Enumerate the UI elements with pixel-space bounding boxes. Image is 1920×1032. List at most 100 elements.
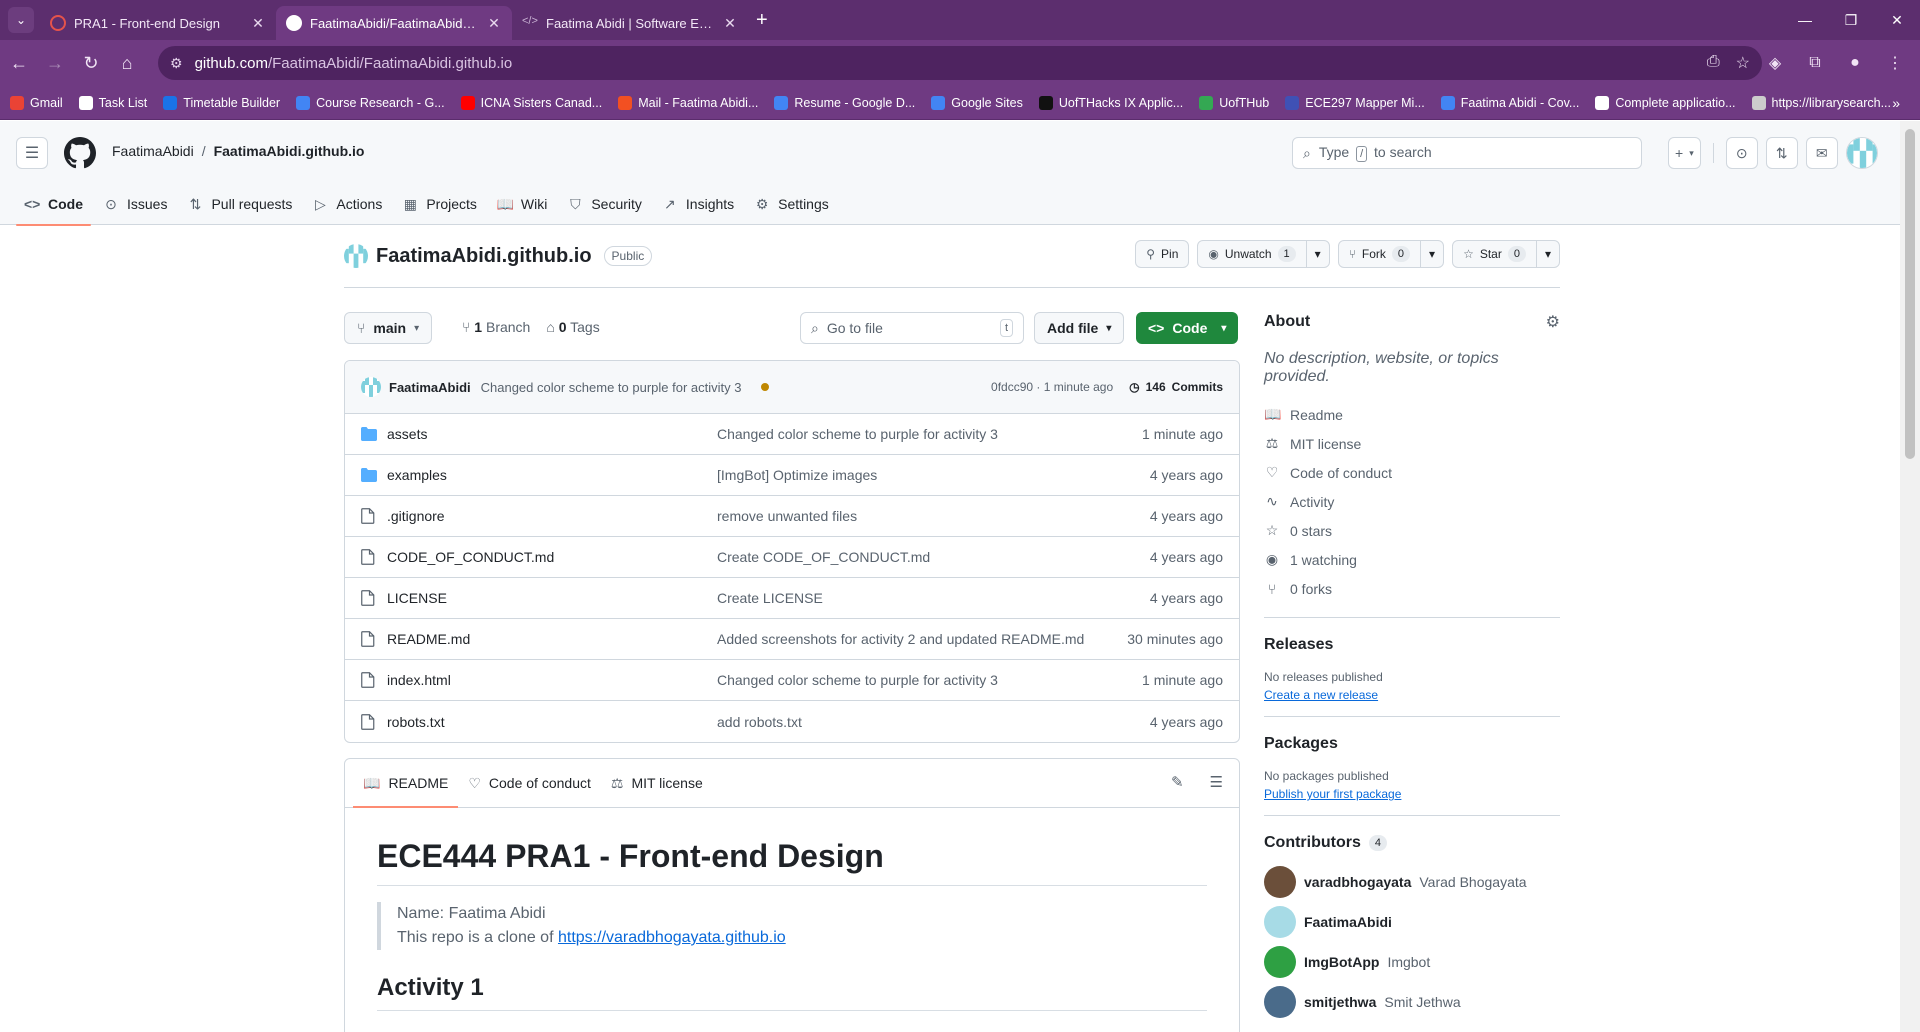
scrollbar-thumb[interactable] [1905,129,1915,459]
minimize-icon[interactable]: — [1782,0,1828,40]
about-item[interactable]: ☆ 0 stars [1264,516,1560,545]
forward-icon[interactable]: → [38,46,72,80]
bookmarks-overflow-icon[interactable]: » [1892,95,1900,111]
publish-package-link[interactable]: Publish your first package [1264,787,1560,801]
tab-search-button[interactable]: ⌄ [8,7,34,33]
profile-avatar-icon[interactable]: ● [1838,46,1872,80]
file-row[interactable]: examples [ImgBot] Optimize images 4 years … [345,455,1239,496]
file-name[interactable]: .gitignore [387,508,717,524]
browser-tab-1[interactable]: FaatimaAbidi/FaatimaAbidi.githu ✕ [276,6,512,40]
file-row[interactable]: assets Changed color scheme to purple for… [345,414,1239,455]
home-icon[interactable]: ⌂ [110,46,144,80]
extensions-puzzle-icon[interactable]: ⧉ [1798,46,1832,80]
file-name[interactable]: LICENSE [387,590,717,606]
site-info-icon[interactable]: ⚙ [170,55,183,72]
avatar[interactable] [1264,986,1296,1018]
inbox-icon[interactable]: ✉ [1805,137,1838,169]
tab-wiki[interactable]: 📖 Wiki [489,188,555,220]
tab-pull-requests[interactable]: ⇅ Pull requests [179,188,300,220]
tab-security[interactable]: ⛉ Security [559,188,650,220]
add-file-button[interactable]: Add file ▾ [1034,312,1125,344]
bookmark-star-icon[interactable]: ☆ [1736,53,1750,73]
file-name[interactable]: examples [387,467,717,483]
gear-icon[interactable]: ⚙ [1546,312,1560,332]
file-commit-message[interactable]: add robots.txt [717,714,1223,730]
commit-author-avatar[interactable] [361,377,381,397]
new-tab-button[interactable]: + [756,9,768,32]
star-dropdown-icon[interactable]: ▾ [1535,241,1559,267]
contributor-item[interactable]: FaatimaAbidi [1264,902,1560,942]
branch-selector[interactable]: ⑂ main ▾ [344,312,433,344]
tab-readme-code-of-conduct[interactable]: ♡ Code of conduct [458,759,601,807]
bookmark-item[interactable]: https://librarysearch... [1751,95,1891,110]
tab-projects[interactable]: ▦ Projects [394,188,485,220]
edit-pencil-icon[interactable]: ✎ [1171,773,1184,791]
install-app-icon[interactable]: ⎙ [1707,53,1720,73]
breadcrumb-owner[interactable]: FaatimaAbidi [112,143,194,159]
page-scrollbar[interactable] [1900,121,1920,1032]
issues-icon[interactable]: ⊙ [1725,137,1758,169]
address-bar[interactable]: ⚙ github.com/FaatimaAbidi/FaatimaAbidi.g… [158,46,1762,80]
browser-tab-2[interactable]: </> Faatima Abidi | Software Engine ✕ [512,6,748,40]
contributor-login[interactable]: ImgBotApp [1304,954,1379,970]
branches-link[interactable]: ⑂ 1 Branch [462,319,530,335]
releases-heading[interactable]: Releases [1264,636,1560,654]
avatar[interactable] [1264,866,1296,898]
tab-code[interactable]: <> Code [16,188,91,226]
contributors-title[interactable]: Contributors [1264,834,1361,852]
go-to-file-input[interactable]: ⌕ Go to file t [800,312,1024,344]
tab-insights[interactable]: ↗ Insights [654,188,742,220]
browser-menu-icon[interactable]: ⋮ [1878,46,1912,80]
about-item[interactable]: ∿ Activity [1264,487,1560,516]
create-new-button[interactable]: + ▾ [1668,137,1701,169]
file-name[interactable]: assets [387,426,717,442]
fork-button[interactable]: ⑂ Fork 0 ▾ [1337,240,1445,268]
user-avatar[interactable] [1845,137,1878,169]
file-row[interactable]: index.html Changed color scheme to purple… [345,660,1239,701]
fork-dropdown-icon[interactable]: ▾ [1420,241,1443,267]
tab-readme-mit-license[interactable]: ⚖ MIT license [601,759,713,807]
github-logo-icon[interactable] [64,137,96,169]
file-row[interactable]: robots.txt add robots.txt 4 years ago [345,701,1239,742]
packages-heading[interactable]: Packages [1264,735,1560,753]
file-row[interactable]: README.md Added screenshots for activity … [345,619,1239,660]
commit-hash-time[interactable]: 0fdcc90 · 1 minute ago [991,380,1113,394]
outline-list-icon[interactable]: ☰ [1210,773,1223,791]
breadcrumb-repo[interactable]: FaatimaAbidi.github.io [214,143,365,159]
status-dot[interactable] [761,383,770,391]
close-tab-icon[interactable]: ✕ [722,15,738,32]
file-commit-message[interactable]: remove unwanted files [717,508,1223,524]
commit-message[interactable]: Changed color scheme to purple for activ… [481,380,742,395]
tab-actions[interactable]: ▷ Actions [304,188,390,220]
about-item[interactable]: ♡ Code of conduct [1264,458,1560,487]
about-item[interactable]: ◉ 1 watching [1264,545,1560,574]
about-item[interactable]: 📖 Readme [1264,400,1560,429]
browser-tab-0[interactable]: PRA1 - Front-end Design ✕ [40,6,276,40]
tab-issues[interactable]: ⊙ Issues [95,188,175,220]
bookmark-item[interactable]: Mail - Faatima Abidi... [618,95,758,110]
contributor-item[interactable]: ImgBotApp Imgbot [1264,942,1560,982]
bookmark-item[interactable]: Complete applicatio... [1595,95,1736,110]
commits-link[interactable]: ◷ 146 Commits [1129,380,1223,394]
bookmark-item[interactable]: Task List [78,95,147,110]
file-name[interactable]: README.md [387,631,717,647]
file-name[interactable]: index.html [387,672,717,688]
bookmark-item[interactable]: Gmail [10,95,63,110]
readme-clone-link[interactable]: https://varadbhogayata.github.io [558,929,786,946]
create-release-link[interactable]: Create a new release [1264,688,1560,702]
file-commit-message[interactable]: [ImgBot] Optimize images [717,467,1223,483]
pull-requests-icon[interactable]: ⇅ [1765,137,1798,169]
bookmark-item[interactable]: UofTHub [1199,95,1269,110]
pin-button[interactable]: ⚲ Pin [1135,240,1190,268]
tab-settings[interactable]: ⚙ Settings [746,188,837,220]
bookmark-item[interactable]: UofTHacks IX Applic... [1038,95,1183,110]
hamburger-menu-icon[interactable]: ☰ [16,137,48,169]
file-row[interactable]: CODE_OF_CONDUCT.md Create CODE_OF_CONDUCT… [345,537,1239,578]
tab-readme-readme[interactable]: 📖 README [353,759,459,808]
contributor-item[interactable]: varadbhogayata Varad Bhogayata [1264,862,1560,902]
code-button[interactable]: <> Code ▾ [1136,312,1239,344]
extension-icon[interactable]: ◈ [1758,46,1792,80]
repo-name[interactable]: FaatimaAbidi.github.io [376,245,592,268]
file-commit-message[interactable]: Create LICENSE [717,590,1223,606]
file-row[interactable]: .gitignore remove unwanted files 4 years a… [345,496,1239,537]
